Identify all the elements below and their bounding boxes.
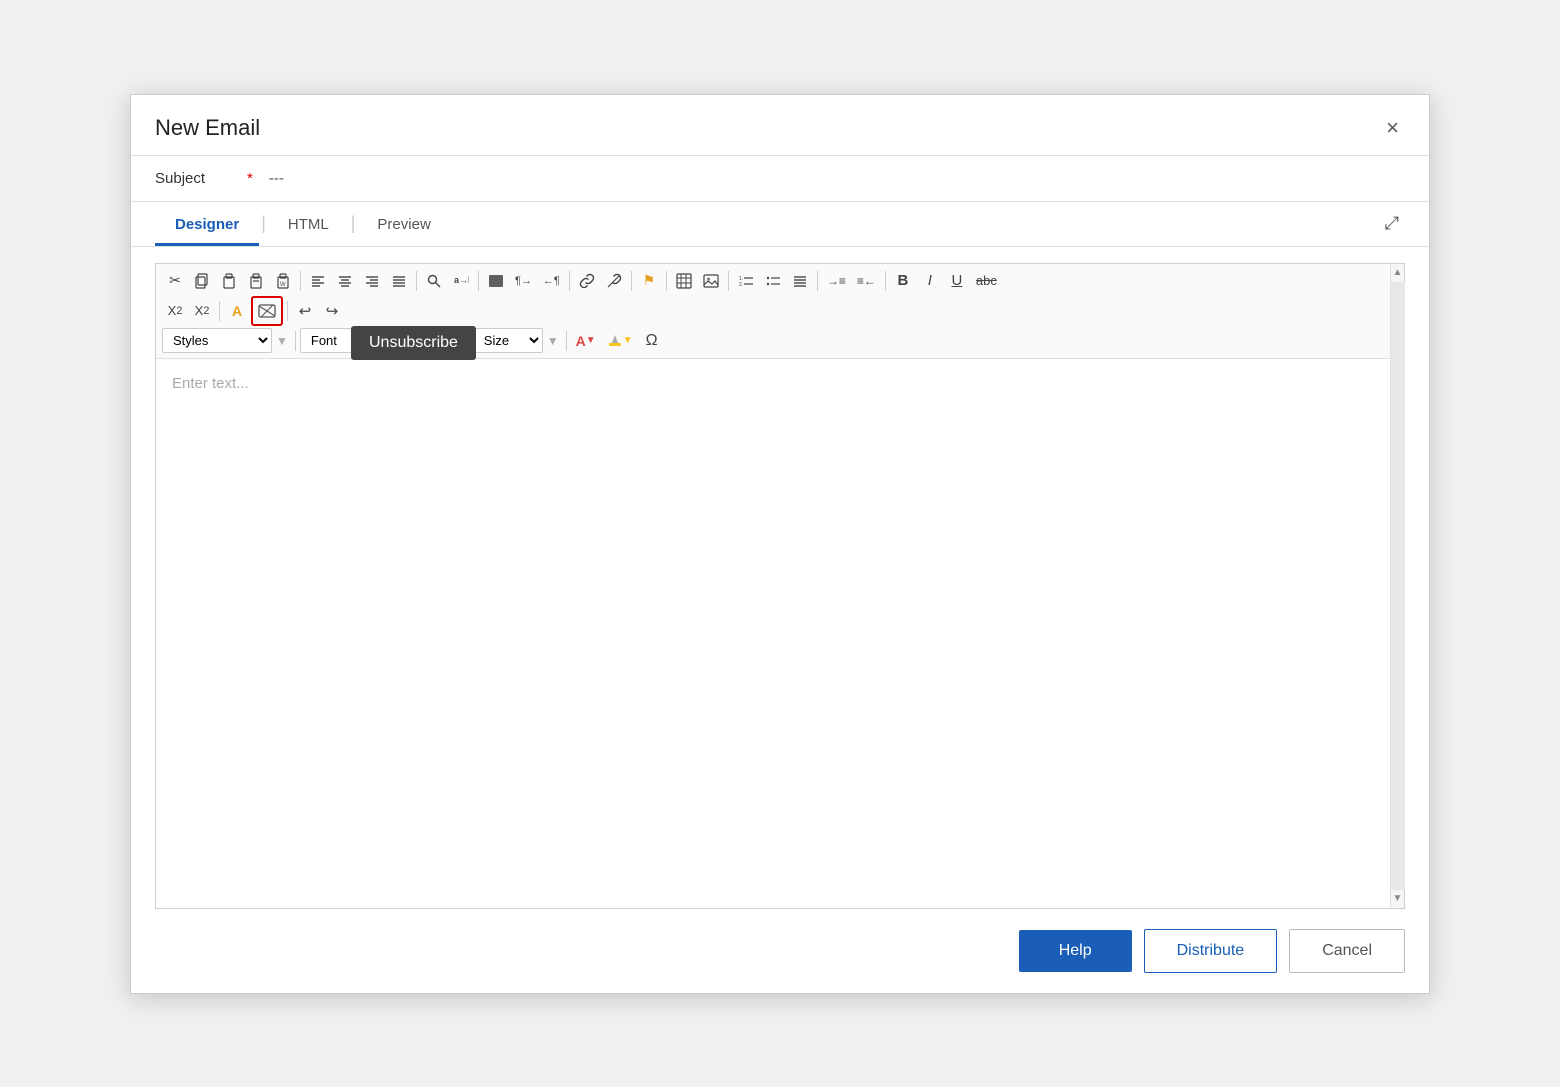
image-button[interactable]	[698, 268, 724, 294]
sep14	[566, 331, 567, 351]
svg-text:2.: 2.	[739, 282, 743, 288]
paste-plain-button[interactable]	[243, 268, 269, 294]
find-button[interactable]	[421, 268, 447, 294]
unsubscribe-button[interactable]	[251, 296, 283, 326]
tabs-row: Designer | HTML | Preview ⤢	[131, 202, 1429, 247]
highlight-btn[interactable]: ▼	[602, 328, 638, 354]
outdent-button[interactable]: ≡←	[852, 268, 881, 294]
ordered-list-button[interactable]: 1.2.	[733, 268, 759, 294]
sep6	[666, 271, 667, 291]
sep9	[885, 271, 886, 291]
tab-sep-2: |	[351, 213, 356, 234]
toolbar-row-1: ✂ W	[162, 268, 1398, 294]
underline-button[interactable]: U	[944, 268, 970, 294]
paste-word-button[interactable]: W	[270, 268, 296, 294]
italic-button[interactable]: I	[917, 268, 943, 294]
paragraph-rtl-button[interactable]: ←¶	[538, 268, 565, 294]
sep5	[631, 271, 632, 291]
paste-button[interactable]	[216, 268, 242, 294]
redo-button[interactable]: ↪	[319, 298, 345, 324]
tab-sep-1: |	[261, 213, 266, 234]
tabs-container: Designer | HTML | Preview	[155, 202, 451, 246]
special-char-btn[interactable]: Ω	[639, 328, 665, 354]
find-replace-button[interactable]: a→b	[448, 268, 474, 294]
svg-text:W: W	[280, 282, 286, 288]
sep3	[478, 271, 479, 291]
undo-button[interactable]: ↩	[292, 298, 318, 324]
subject-row: Subject * ---	[131, 156, 1429, 202]
sep12	[295, 331, 296, 351]
sep13	[468, 331, 469, 351]
cancel-button[interactable]: Cancel	[1289, 929, 1405, 973]
table-button[interactable]	[671, 268, 697, 294]
editor-placeholder: Enter text...	[172, 375, 249, 392]
svg-text:a→b: a→b	[454, 275, 469, 285]
editor-area: ✂ W	[155, 263, 1405, 909]
superscript-button[interactable]: X2	[189, 298, 215, 324]
align-justify-button[interactable]	[386, 268, 412, 294]
size-select[interactable]: Size 8 10 12 14 16 18 24	[473, 328, 543, 353]
scroll-down[interactable]: ▼	[1391, 890, 1405, 908]
indent-button[interactable]: →≡	[822, 268, 851, 294]
toolbar: ✂ W	[156, 264, 1404, 359]
unordered-list-button[interactable]	[760, 268, 786, 294]
align-center-button[interactable]	[332, 268, 358, 294]
bold-button[interactable]: B	[890, 268, 916, 294]
block-quote-button[interactable]	[787, 268, 813, 294]
strikethrough-button[interactable]: abc	[971, 268, 1002, 294]
source-button[interactable]	[483, 268, 509, 294]
cut-button[interactable]: ✂	[162, 268, 188, 294]
sep1	[300, 271, 301, 291]
help-button[interactable]: Help	[1019, 930, 1132, 972]
dialog-header: New Email ×	[131, 95, 1429, 156]
sep4	[569, 271, 570, 291]
required-indicator: *	[247, 170, 253, 187]
tab-preview[interactable]: Preview	[357, 202, 450, 246]
sep11	[287, 301, 288, 321]
tab-html[interactable]: HTML	[268, 202, 349, 246]
align-right-button[interactable]	[359, 268, 385, 294]
link-button[interactable]	[574, 268, 600, 294]
sep7	[728, 271, 729, 291]
sep8	[817, 271, 818, 291]
flag-button[interactable]: ⚑	[636, 268, 662, 294]
subject-value: ---	[269, 170, 284, 187]
new-email-dialog: New Email × Subject * --- Designer | HTM…	[130, 94, 1430, 994]
close-button[interactable]: ×	[1380, 113, 1405, 143]
sep10	[219, 301, 220, 321]
expand-icon[interactable]: ⤢	[1379, 207, 1405, 240]
font-color-btn[interactable]: A▼	[571, 328, 601, 354]
font-select[interactable]: Font Arial Times New Roman Courier New	[300, 328, 445, 353]
paragraph-ltr-button[interactable]: ¶→	[510, 268, 537, 294]
subject-label: Subject	[155, 170, 235, 187]
dialog-footer: Help Distribute Cancel	[131, 909, 1429, 993]
sep2	[416, 271, 417, 291]
scrollbar[interactable]: ▲ ▼	[1390, 264, 1404, 908]
subscript-button[interactable]: X2	[162, 298, 188, 324]
dialog-title: New Email	[155, 115, 260, 141]
styles-select[interactable]: Styles Normal Heading 1 Heading 2	[162, 328, 272, 353]
tab-designer[interactable]: Designer	[155, 202, 259, 246]
copy-button[interactable]	[189, 268, 215, 294]
unlink-button[interactable]	[601, 268, 627, 294]
distribute-button[interactable]: Distribute	[1144, 929, 1278, 973]
editor-text-area[interactable]: Enter text...	[156, 359, 1404, 908]
scroll-up[interactable]: ▲	[1391, 264, 1405, 282]
toolbar-row-2: X2 X2 A ↩ ↪	[162, 296, 1398, 326]
toolbar-row-3: Styles Normal Heading 1 Heading 2 ▼ Font…	[162, 328, 1398, 354]
align-left-button[interactable]	[305, 268, 331, 294]
scrollbar-track[interactable]	[1391, 282, 1405, 890]
text-color-btn[interactable]: A	[224, 298, 250, 324]
